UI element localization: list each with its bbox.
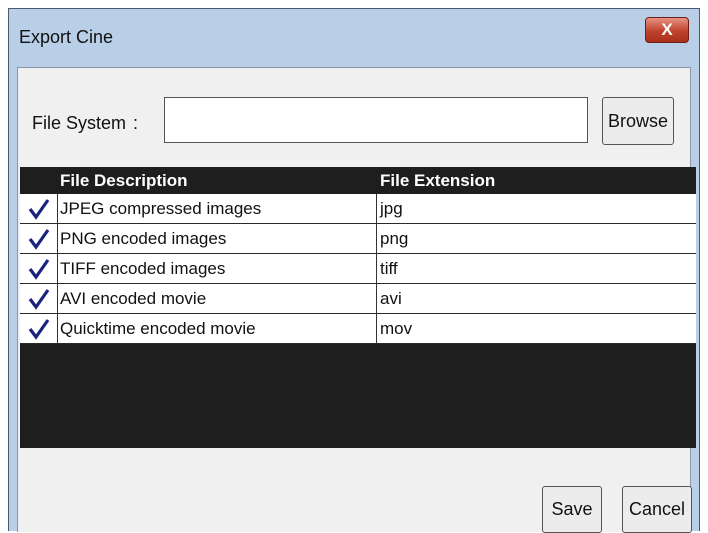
file-description-cell: TIFF encoded images: [60, 259, 226, 278]
row-checkbox[interactable]: [20, 284, 58, 313]
row-checkbox[interactable]: [20, 314, 58, 343]
browse-button[interactable]: Browse: [602, 97, 674, 145]
row-checkbox[interactable]: [20, 254, 58, 283]
close-button[interactable]: X: [645, 17, 689, 43]
file-system-colon: :: [133, 113, 139, 133]
table-row[interactable]: AVI encoded movie avi: [20, 284, 696, 314]
table-body: JPEG compressed images jpg PNG encoded i…: [20, 194, 696, 344]
file-description-cell: AVI encoded movie: [60, 289, 207, 308]
file-extension-cell: avi: [380, 289, 402, 308]
column-divider: [376, 194, 377, 223]
file-extension-cell: png: [380, 229, 409, 248]
file-system-label: File System: [32, 113, 127, 133]
column-header-file-description[interactable]: File Description: [60, 171, 188, 191]
checkmark-icon: [28, 318, 49, 340]
close-icon: X: [661, 20, 673, 39]
table-row[interactable]: Quicktime encoded movie mov: [20, 314, 696, 344]
file-extension-cell: jpg: [380, 199, 403, 218]
dialog-body: File System : Browse File Description Fi…: [17, 67, 696, 533]
table-row[interactable]: PNG encoded images png: [20, 224, 696, 254]
file-extension-cell: tiff: [380, 259, 398, 278]
row-checkbox[interactable]: [20, 194, 58, 223]
column-header-file-extension[interactable]: File Extension: [380, 171, 495, 191]
save-button[interactable]: Save: [542, 486, 602, 533]
export-cine-dialog: Export Cine X File System : Browse File …: [8, 8, 700, 533]
column-divider: [376, 224, 377, 253]
file-description-cell: PNG encoded images: [60, 229, 227, 248]
checkmark-icon: [28, 228, 49, 250]
file-description-cell: JPEG compressed images: [60, 199, 262, 218]
checkmark-icon: [28, 198, 49, 220]
checkmark-icon: [28, 258, 49, 280]
file-system-input[interactable]: [164, 97, 588, 143]
title-bar[interactable]: Export Cine X: [9, 9, 699, 67]
column-divider: [376, 314, 377, 343]
column-divider: [376, 254, 377, 283]
file-type-table: File Description File Extension JPEG com…: [20, 167, 696, 448]
checkmark-icon: [28, 288, 49, 310]
file-description-cell: Quicktime encoded movie: [60, 319, 256, 338]
cancel-button[interactable]: Cancel: [622, 486, 692, 533]
table-row[interactable]: TIFF encoded images tiff: [20, 254, 696, 284]
table-header: File Description File Extension: [20, 167, 696, 194]
table-row[interactable]: JPEG compressed images jpg: [20, 194, 696, 224]
file-extension-cell: mov: [380, 319, 413, 338]
dialog-title: Export Cine: [19, 27, 114, 47]
row-checkbox[interactable]: [20, 224, 58, 253]
column-divider: [376, 284, 377, 313]
